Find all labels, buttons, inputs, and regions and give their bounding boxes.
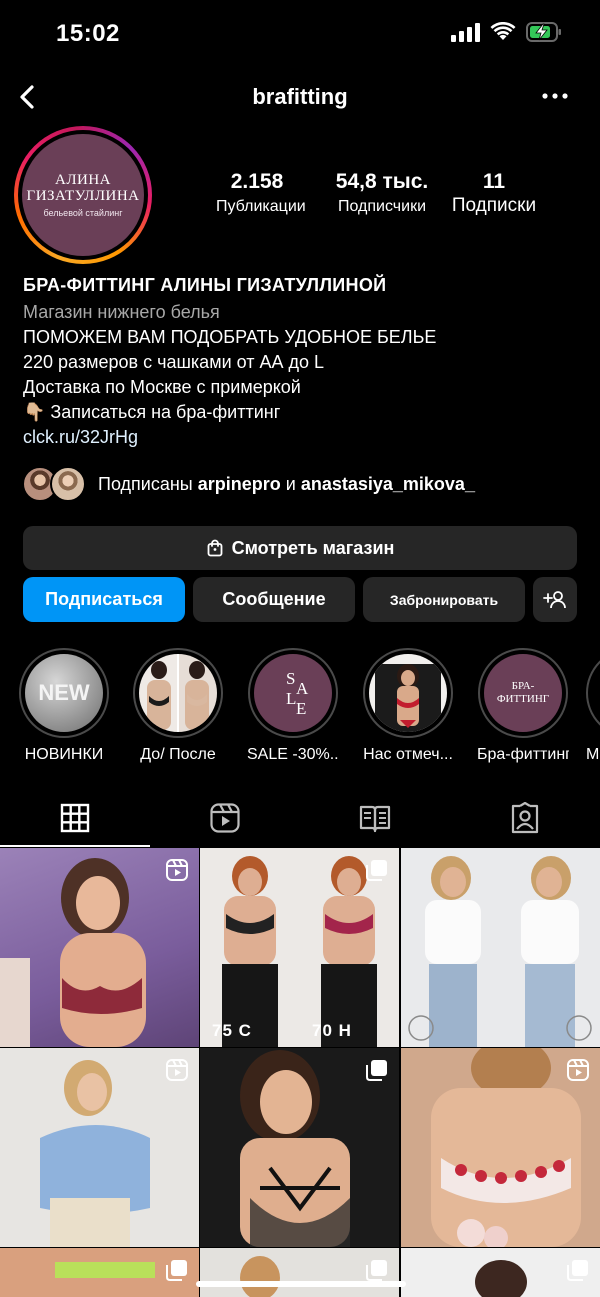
more-options-button[interactable] <box>540 84 570 108</box>
avatar-subtitle-text: бельевой стайлинг <box>43 208 123 218</box>
follow-button[interactable]: Подписаться <box>23 577 185 622</box>
svg-text:S: S <box>286 669 295 688</box>
view-shop-label: Смотреть магазин <box>231 537 395 558</box>
reel-icon <box>567 1059 589 1081</box>
tab-guides[interactable] <box>300 790 450 846</box>
highlight-label: М <box>586 746 600 763</box>
highlight-cover-text: NEW <box>38 680 90 705</box>
cellular-signal-icon <box>451 22 480 42</box>
wifi-icon <box>490 22 516 40</box>
carousel-icon <box>366 1260 387 1281</box>
highlight-brafitting[interactable]: БРА-ФИТТИНГ Бра-фиттинг <box>477 648 569 764</box>
profile-tabs <box>0 790 600 848</box>
post-thumbnail[interactable] <box>401 1048 600 1247</box>
profile-nav-bar: brafitting <box>0 72 600 124</box>
view-shop-button[interactable]: Смотреть магазин <box>23 526 577 570</box>
shopping-bag-icon <box>207 539 222 557</box>
tab-tagged[interactable] <box>450 790 600 846</box>
highlight-label: НОВИНКИ <box>24 746 104 763</box>
book-button[interactable]: Забронировать <box>363 577 525 622</box>
add-person-icon <box>543 590 566 608</box>
grid-icon <box>60 803 90 833</box>
before-after-photo <box>147 661 209 730</box>
story-ring[interactable]: АЛИНА ГИЗАТУЛЛИНА бельевой стайлинг <box>14 126 152 264</box>
bio-line: ПОМОЖЕМ ВАМ ПОДОБРАТЬ УДОБНОЕ БЕЛЬЕ <box>23 327 437 347</box>
tab-posts-grid[interactable] <box>0 790 150 846</box>
followers-stat[interactable]: 54,8 тыс. Подписчики <box>329 170 435 216</box>
mutual-followers[interactable]: Подписаны arpinepro и anastasiya_mikova_ <box>22 464 475 504</box>
tagged-person-icon <box>511 802 539 834</box>
post-thumbnail[interactable] <box>200 1248 399 1297</box>
post-thumbnail[interactable] <box>0 1248 199 1297</box>
bio-display-name: БРА-ФИТТИНГ АЛИНЫ ГИЗАТУЛЛИНОЙ <box>23 275 387 295</box>
highlight-sale[interactable]: S A L E SALE -30%... <box>247 648 339 764</box>
status-time: 15:02 <box>56 20 120 47</box>
carousel-icon <box>366 1060 387 1081</box>
followers-label: Подписчики <box>337 198 426 215</box>
status-bar: 15:02 <box>0 0 600 66</box>
post-thumbnail[interactable] <box>0 848 199 1047</box>
svg-text:L: L <box>286 689 296 708</box>
posts-label: Публикации <box>216 198 306 215</box>
bio-line: Доставка по Москве с примеркой <box>23 377 301 397</box>
highlight-label: До/ После <box>140 746 216 763</box>
followers-count: 54,8 тыс. <box>335 170 429 193</box>
following-count: 11 <box>482 170 506 193</box>
post-thumbnail[interactable] <box>0 1048 199 1247</box>
highlight-tagged[interactable]: Нас отмеч... <box>362 648 454 764</box>
profile-bio: БРА-ФИТТИНГ АЛИНЫ ГИЗАТУЛЛИНОЙ Магазин н… <box>23 275 583 450</box>
svg-text:E: E <box>296 699 306 718</box>
svg-text:A: A <box>296 679 309 698</box>
post-thumbnail[interactable] <box>401 1248 600 1297</box>
highlight-partial[interactable]: М <box>586 648 600 764</box>
profile-avatar: АЛИНА ГИЗАТУЛЛИНА бельевой стайлинг <box>22 134 144 256</box>
carousel-icon <box>567 1260 588 1281</box>
avatar-name-text: АЛИНА ГИЗАТУЛЛИНА <box>26 172 140 204</box>
reels-icon <box>210 803 240 833</box>
highlight-label: SALE -30%... <box>247 746 339 763</box>
carousel-icon <box>366 860 387 881</box>
highlight-label: Бра-фиттинг <box>477 746 569 763</box>
highlight-new[interactable]: NEW НОВИНКИ <box>18 648 110 764</box>
reel-icon <box>166 1059 188 1081</box>
bio-line: 👇🏼 Записаться на бра-фиттинг <box>23 402 281 422</box>
post-caption-size: 75 C <box>212 1021 252 1040</box>
reel-icon <box>166 859 188 881</box>
status-icons <box>451 22 562 42</box>
post-caption-size: 70 H <box>312 1021 352 1040</box>
profile-username: brafitting <box>252 84 348 109</box>
post-thumbnail[interactable] <box>401 848 600 1047</box>
home-indicator[interactable] <box>196 1281 406 1287</box>
highlight-cover-text: БРА-ФИТТИНГ <box>496 680 550 705</box>
post-photo <box>408 856 592 1047</box>
sale-cover: S A L E <box>286 669 309 718</box>
post-thumbnail[interactable]: 75 C 70 H <box>200 848 399 1047</box>
post-thumbnail[interactable] <box>200 1048 399 1247</box>
bio-category: Магазин нижнего белья <box>23 302 220 322</box>
tagged-photo <box>375 664 441 732</box>
bio-line: 220 размеров с чашками от АА до L <box>23 352 325 372</box>
highlight-label: Нас отмеч... <box>363 746 453 763</box>
bio-link[interactable]: clck.ru/32JrHg <box>23 425 583 450</box>
message-button[interactable]: Сообщение <box>193 577 355 622</box>
posts-stat[interactable]: 2.158 Публикации <box>216 170 306 216</box>
mutual-followers-text: Подписаны arpinepro и anastasiya_mikova_ <box>98 473 475 494</box>
suggested-accounts-button[interactable] <box>533 577 577 622</box>
following-label: Подписки <box>451 195 537 216</box>
battery-charging-icon <box>526 22 561 42</box>
mutual-follower-avatar <box>50 466 86 502</box>
active-tab-indicator <box>0 845 150 847</box>
posts-count: 2.158 <box>230 170 284 193</box>
tab-reels[interactable] <box>150 790 300 846</box>
guides-book-icon <box>359 805 391 833</box>
carousel-icon <box>166 1260 187 1281</box>
highlight-before-after[interactable]: До/ После <box>132 648 224 764</box>
following-stat[interactable]: 11 Подписки <box>446 170 542 217</box>
